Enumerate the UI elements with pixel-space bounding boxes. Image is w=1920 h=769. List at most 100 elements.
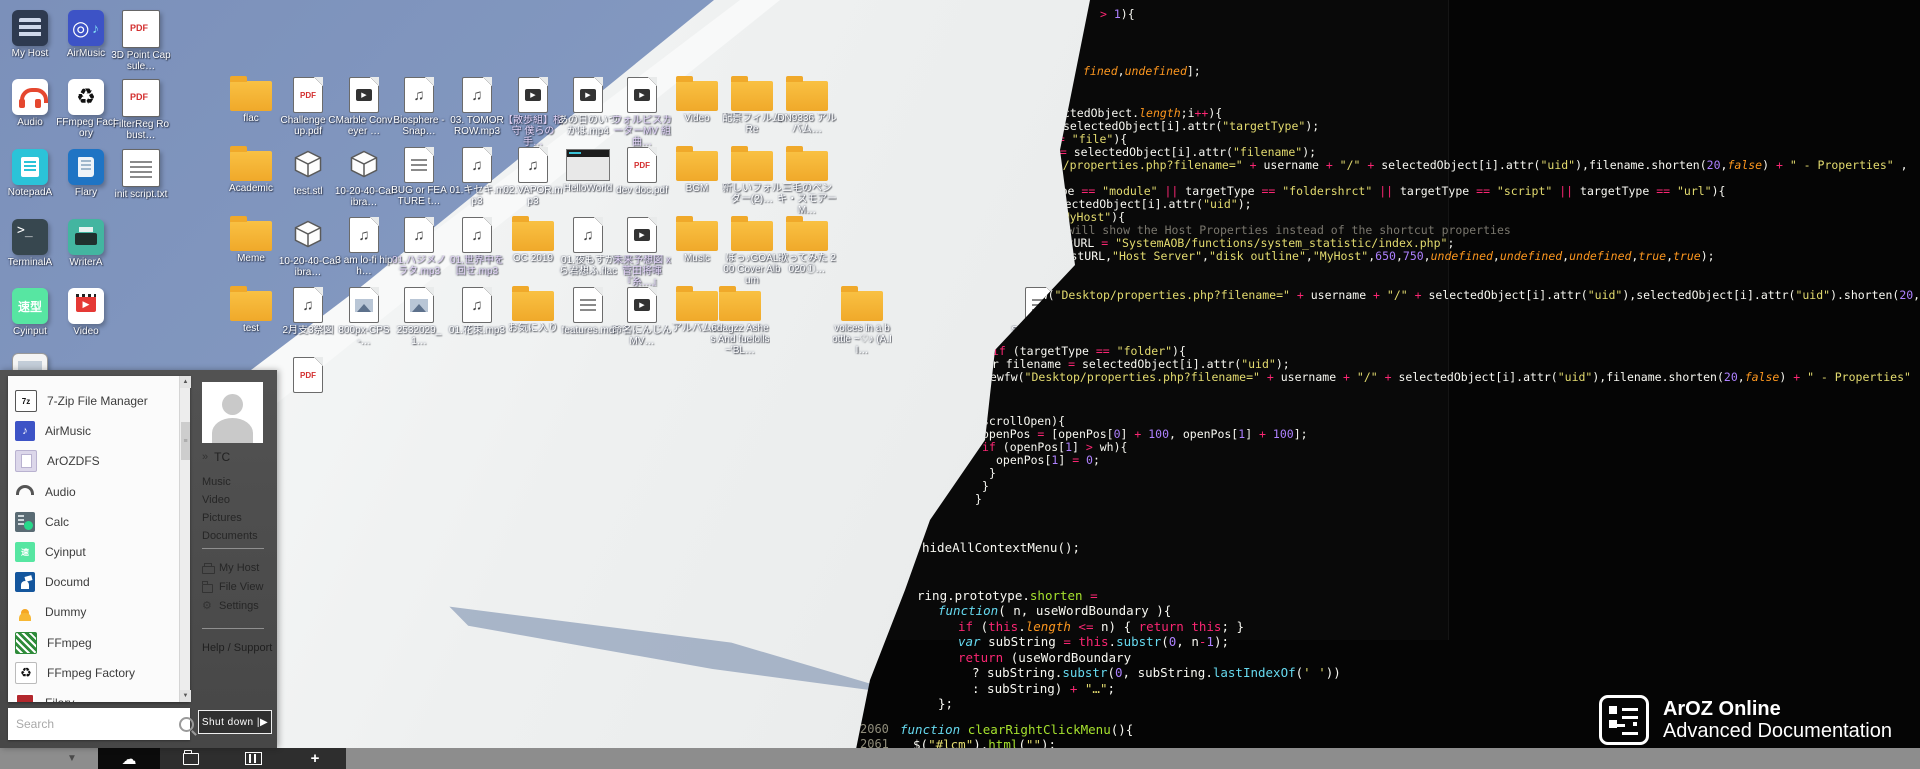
desktop-file-Music[interactable]: Music (668, 215, 726, 264)
menu-item-Documd[interactable]: Documd (8, 567, 185, 597)
quick-link-music[interactable]: Music (202, 476, 231, 488)
code-token: > (1086, 440, 1100, 454)
desktop-file-BUG or FEATURE t…[interactable]: BUG or FEATURE t… (390, 145, 448, 207)
desktop-app-Video[interactable]: Video (57, 288, 115, 337)
app-list-scrollbar[interactable]: ▲ ≡ ▼ (179, 376, 190, 702)
taskbar-tile-cloud[interactable]: ☁ (98, 748, 160, 769)
desktop-file-未来予想図 x 菅田将暉『糸…』[interactable]: ▶未来予想図 x 菅田将暉『糸…』 (613, 215, 671, 288)
menu-item-Filary[interactable]: Filary (8, 688, 185, 702)
avatar[interactable] (202, 382, 263, 443)
desktop-file-01.キセキ.mp3[interactable]: ♫01.キセキ.mp3 (448, 145, 506, 207)
desktop-file-ぽっ♪GOAL 00 Cover Album[interactable]: ぽっ♪GOAL 00 Cover Album (723, 215, 781, 286)
desktop-file-test[interactable]: test (222, 285, 280, 334)
desktop-file-新しいフォルダー(2)…[interactable]: 新しいフォルダー(2)… (723, 145, 781, 205)
system-link-my-host[interactable]: My Host (202, 562, 259, 574)
chevron-down-icon[interactable]: ▼ (46, 748, 98, 769)
desktop-file-Academic[interactable]: Academic (222, 145, 280, 194)
desktop-file-Video[interactable]: Video (668, 75, 726, 124)
desktop-file-dev doc.pdf[interactable]: PDFdev doc.pdf (613, 145, 671, 196)
desktop-file-お気に入り[interactable]: お気に入り (504, 285, 562, 334)
code-token: == (1656, 184, 1677, 198)
taskbar-tile-folder[interactable] (160, 748, 222, 769)
desktop-file-voices in a bottle ~♡♪ (A.II…[interactable]: voices in a bottle ~♡♪ (A.II… (833, 285, 891, 356)
desktop-file-Marble Conveyer …[interactable]: ▶Marble Conveyer … (335, 75, 393, 137)
desktop-file-2月支3祭図[interactable]: ♫2月支3祭図 (279, 285, 337, 336)
desktop-file-あの日のいつかは.mp4[interactable]: ▶あの日のいつかは.mp4 (559, 75, 617, 137)
desktop-app-FFmpeg Factory[interactable]: ♻FFmpeg Factory (57, 79, 115, 139)
search-input[interactable] (8, 717, 179, 731)
desktop-app-FilterReg Robust…[interactable]: FilterReg Robust… (112, 79, 170, 141)
scroll-down-icon[interactable]: ▼ (180, 690, 191, 702)
desktop-app-Audio[interactable]: Audio (1, 79, 59, 128)
desktop-file-unnamed[interactable]: PDF (279, 355, 337, 395)
menu-item-Calc[interactable]: Calc (8, 507, 185, 537)
shutdown-button[interactable]: Shut down |▶ (198, 710, 272, 734)
desktop-file-2532029_1…[interactable]: 2532029_1… (390, 285, 448, 347)
ffmpeg-icon (15, 632, 37, 654)
desktop-app-NotepadA[interactable]: NotepadA (1, 149, 59, 198)
desktop-file-歌ってみた 2020①…[interactable]: 歌ってみた 2020①… (778, 215, 836, 275)
user-name-row[interactable]: » TC (202, 450, 230, 464)
desktop-app-Flary[interactable]: Flary (57, 149, 115, 198)
desktop-file-配景フィルム Re[interactable]: 配景フィルム Re (723, 75, 781, 135)
desktop-file-01.夜もすがら君想ふ.flac[interactable]: ♫01.夜もすがら君想ふ.flac (559, 215, 617, 277)
scroll-up-icon[interactable]: ▲ (180, 376, 191, 388)
menu-item-Dummy[interactable]: Dummy (8, 597, 185, 627)
scrollbar-thumb[interactable]: ≡ (181, 422, 190, 460)
quick-link-documents[interactable]: Documents (202, 530, 258, 542)
desktop-app-AirMusic[interactable]: AirMusic (57, 10, 115, 59)
desktop-file-01.ハジメノラタ.mp3[interactable]: ♫01.ハジメノラタ.mp3 (390, 215, 448, 277)
desktop-app-TerminalA[interactable]: >_TerminalA (1, 219, 59, 268)
system-link-file-view[interactable]: File View (202, 581, 263, 593)
desktop-file-03. TOMORROW.mp3[interactable]: ♫03. TOMORROW.mp3 (448, 75, 506, 137)
desktop-file-命名にんじんMV…[interactable]: ▶命名にんじんMV… (613, 285, 671, 347)
code-token: ++ (1195, 106, 1209, 120)
code-token: 0 (1114, 427, 1121, 441)
quick-link-pictures[interactable]: Pictures (202, 512, 242, 524)
desktop-file-label: BGM (667, 183, 727, 194)
desktop-file-三毛のペンキ・スモアーM…[interactable]: 三毛のペンキ・スモアーM… (778, 145, 836, 216)
desktop-app-init script.txt[interactable]: init script.txt (112, 149, 170, 200)
desktop-file-Challenge Cup.pdf[interactable]: PDFChallenge Cup.pdf (279, 75, 337, 137)
desktop-file-BGM[interactable]: BGM (668, 145, 726, 194)
desktop-file-Biosphere - Snap…[interactable]: ♫Biosphere - Snap… (390, 75, 448, 137)
menu-item-7-Zip File Manager[interactable]: 7z7-Zip File Manager (8, 386, 185, 416)
desktop-file-OC 2019[interactable]: OC 2019 (504, 215, 562, 264)
desktop-app-WriterA[interactable]: WriterA (57, 219, 115, 268)
desktop-file-ウォルピスカーターMV 組曲…[interactable]: ▶ウォルピスカーターMV 組曲… (613, 75, 671, 148)
desktop-app-Cyinput[interactable]: 速型Cyinput (1, 288, 59, 337)
menu-item-FFmpeg[interactable]: FFmpeg (8, 628, 185, 658)
desktop-app-My Host[interactable]: My Host (1, 10, 59, 59)
menu-item-AirMusic[interactable]: ♪AirMusic (8, 416, 185, 446)
search-icon[interactable] (179, 717, 194, 732)
code-token (1783, 158, 1790, 172)
desktop-file-10-20-40-Calibra…[interactable]: 10-20-40-Calibra… (335, 145, 393, 208)
menu-item-ArOZDFS[interactable]: ArOZDFS (8, 446, 185, 476)
desktop-app-3D Point Capsule…[interactable]: 3D Point Capsule… (112, 10, 170, 72)
desktop-file-Meme[interactable]: Meme (222, 215, 280, 264)
desktop-file-HelloWorld[interactable]: HelloWorld (559, 145, 617, 194)
system-link-settings[interactable]: ⚙Settings (202, 600, 259, 612)
desktop-file-【散歩組】相守 僕らの手…[interactable]: ▶【散歩組】相守 僕らの手… (504, 75, 562, 148)
menu-item-Cyinput[interactable]: 速Cyinput (8, 537, 185, 567)
taskbar-tile-plus[interactable]: + (284, 748, 346, 769)
desktop-file-10-20-40-Calibra…[interactable]: 10-20-40-Calibra… (279, 215, 337, 278)
code-token: + (1070, 681, 1085, 696)
desktop-file-6dagzz Ashes And fuelolls ~'BL…[interactable]: 6dagzz Ashes And fuelolls ~'BL… (711, 285, 769, 356)
start-menu-search[interactable] (8, 708, 190, 740)
quick-link-video[interactable]: Video (202, 494, 230, 506)
desktop-file-flac[interactable]: flac (222, 75, 280, 124)
help-support-link[interactable]: Help / Support (202, 642, 272, 654)
menu-item-FFmpeg Factory[interactable]: ♻FFmpeg Factory (8, 658, 185, 688)
desktop-file-01.世界中を回せ.mp3[interactable]: ♫01.世界中を回せ.mp3 (448, 215, 506, 277)
desktop-file-01.花束.mp3[interactable]: ♫01.花束.mp3 (448, 285, 506, 336)
desktop-file-test.stl[interactable]: test.stl (279, 145, 337, 197)
desktop-file-02.VAPOR.mp3[interactable]: ♫02.VAPOR.mp3 (504, 145, 562, 207)
desktop-file-3 am lo-fi hip h…[interactable]: ♫3 am lo-fi hip h… (335, 215, 393, 277)
desktop-file-label: Academic (221, 183, 281, 194)
menu-item-Audio[interactable]: Audio (8, 477, 185, 507)
taskbar-tile-film[interactable] (222, 748, 284, 769)
desktop-file-DN9336 アルバム…[interactable]: DN9336 アルバム… (778, 75, 836, 135)
desktop-file-features.md[interactable]: features.md (559, 285, 617, 336)
desktop-file-800px-CPS-…[interactable]: 800px-CPS-… (335, 285, 393, 347)
